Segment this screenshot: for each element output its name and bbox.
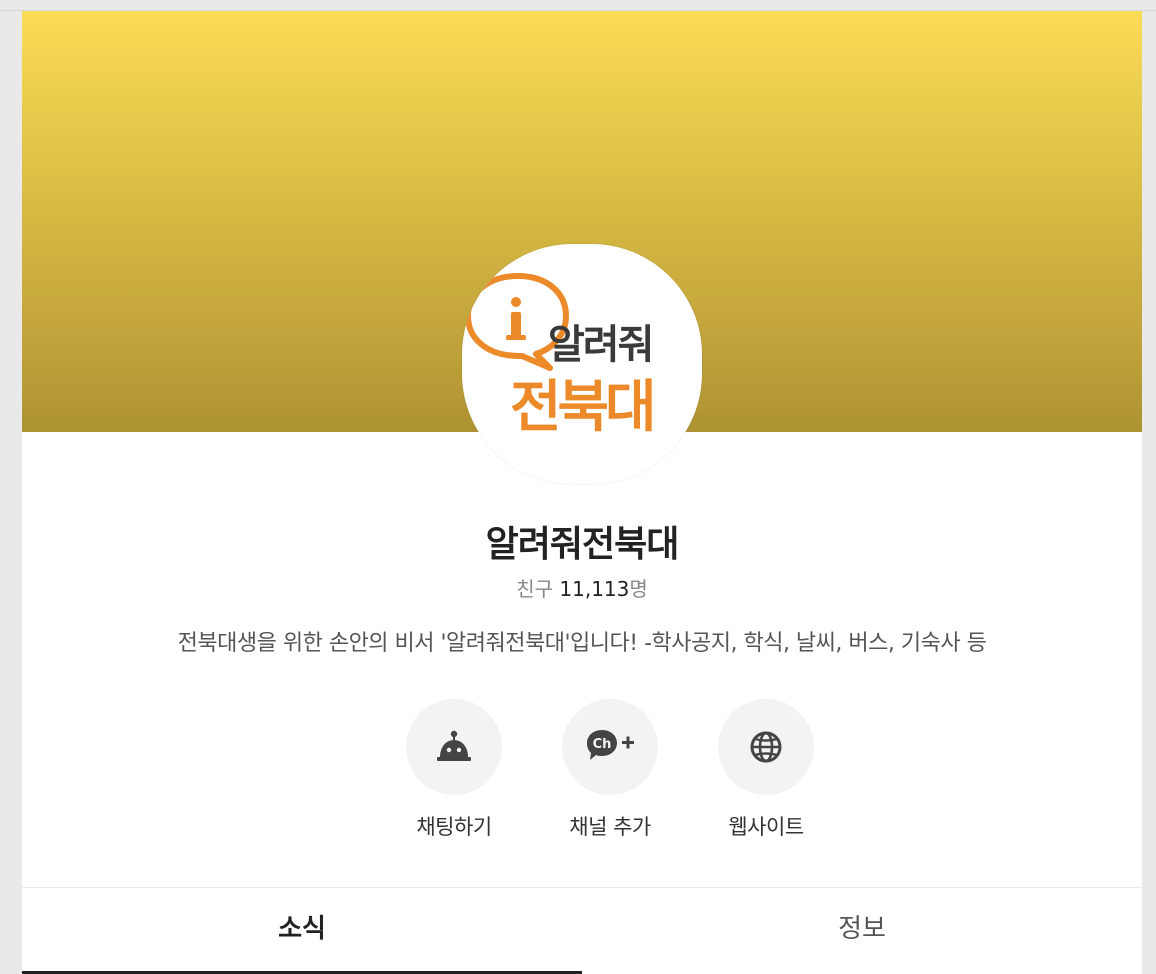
chat-button-label: 채팅하기 bbox=[416, 815, 492, 839]
chatbot-icon bbox=[437, 730, 471, 761]
friends-suffix: 명 bbox=[629, 577, 648, 601]
channel-profile-panel: 알려줘 전북대 알려줘전북대 친구 11,113명 전북대생을 위한 손안의 비… bbox=[22, 11, 1142, 974]
channel-description: 전북대생을 위한 손안의 비서 '알려줘전북대'입니다! -학사공지, 학식, … bbox=[177, 631, 987, 656]
friends-count-line: 친구 11,113명 bbox=[22, 573, 1142, 602]
action-buttons: 채팅하기 Ch 채널 추가 웹사이트 bbox=[376, 699, 814, 841]
add-channel-button-label: 채널 추가 bbox=[569, 815, 651, 839]
tab-info-label: 정보 bbox=[838, 914, 886, 944]
chat-button[interactable]: 채팅하기 bbox=[376, 699, 532, 841]
globe-icon bbox=[750, 731, 782, 763]
friends-count: 11,113 bbox=[559, 577, 630, 601]
add-channel-button-circle[interactable]: Ch bbox=[562, 699, 658, 795]
profile-tabs: 소식 정보 bbox=[22, 888, 1142, 974]
channel-icon-text: Ch bbox=[593, 737, 612, 752]
channel-logo: 알려줘 전북대 bbox=[462, 244, 702, 484]
channel-add-icon: Ch bbox=[587, 730, 634, 760]
website-button-label: 웹사이트 bbox=[728, 815, 804, 839]
window-top-edge bbox=[0, 0, 1156, 11]
channel-name: 알려줘전북대 bbox=[485, 524, 680, 565]
add-channel-button[interactable]: Ch 채널 추가 bbox=[532, 699, 688, 841]
logo-text-line2: 전북대 bbox=[510, 375, 657, 440]
friends-prefix: 친구 bbox=[516, 577, 554, 601]
tab-info[interactable]: 정보 bbox=[582, 888, 1142, 974]
chat-button-circle[interactable] bbox=[406, 699, 502, 795]
tab-news[interactable]: 소식 bbox=[22, 888, 582, 974]
website-button[interactable]: 웹사이트 bbox=[688, 699, 844, 841]
tab-news-label: 소식 bbox=[278, 914, 326, 944]
website-button-circle[interactable] bbox=[718, 699, 814, 795]
